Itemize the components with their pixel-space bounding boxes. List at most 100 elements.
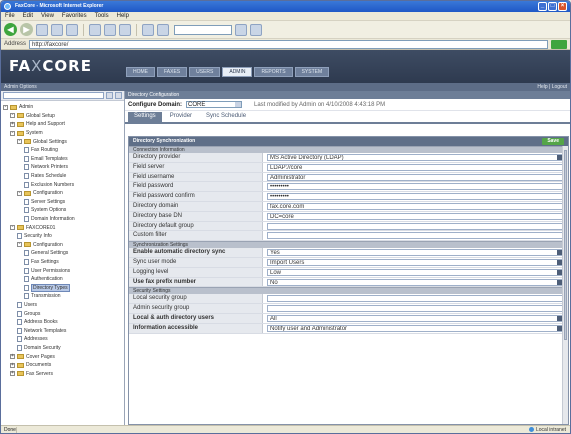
setting-input[interactable]: [267, 222, 564, 230]
tree-item[interactable]: - Global Setup: [1, 112, 124, 121]
messenger-icon[interactable]: [250, 23, 262, 36]
toolbar-search-field[interactable]: [174, 24, 232, 35]
setting-select[interactable]: No: [267, 278, 564, 286]
tree-item[interactable]: Users: [1, 301, 124, 310]
edit-icon[interactable]: [235, 23, 247, 36]
sidebar-domain-select[interactable]: [3, 92, 104, 99]
setting-input[interactable]: LDAP://core: [267, 163, 564, 171]
scrollbar-thumb[interactable]: [564, 150, 567, 340]
expand-icon[interactable]: +: [10, 354, 15, 360]
close-button[interactable]: ×: [558, 2, 567, 11]
stop-icon[interactable]: [36, 23, 48, 36]
help-logout-links[interactable]: Help | Logout: [537, 83, 567, 91]
tree-item[interactable]: Server Settings: [1, 198, 124, 207]
sub-tab-settings[interactable]: Settings: [128, 112, 162, 122]
tree-item[interactable]: Network Printers: [1, 163, 124, 172]
tree-item[interactable]: Authentication: [1, 275, 124, 284]
tree-item[interactable]: Address Books: [1, 318, 124, 327]
collapse-icon[interactable]: -: [10, 113, 15, 119]
minimize-button[interactable]: _: [538, 2, 547, 11]
save-button[interactable]: Save: [542, 138, 564, 145]
address-input[interactable]: http://faxcore/: [29, 39, 548, 49]
setting-select[interactable]: All: [267, 314, 564, 322]
setting-input[interactable]: fax.core.com: [267, 202, 564, 210]
setting-input[interactable]: [267, 295, 564, 303]
tree-item[interactable]: Email Templates: [1, 155, 124, 164]
tree-item[interactable]: Addresses: [1, 335, 124, 344]
setting-input[interactable]: [267, 305, 564, 313]
tab-faxes[interactable]: FAXES: [157, 67, 188, 77]
setting-select[interactable]: Notify user and Administrator: [267, 324, 564, 332]
collapse-icon[interactable]: -: [17, 242, 22, 248]
tree-item[interactable]: + Fax Servers: [1, 369, 124, 378]
setting-input[interactable]: •••••••••: [267, 183, 564, 191]
menu-file[interactable]: File: [5, 12, 15, 20]
tree-item[interactable]: User Permissions: [1, 266, 124, 275]
tree-item[interactable]: Transmission: [1, 292, 124, 301]
tree-item[interactable]: Fax Settings: [1, 258, 124, 267]
setting-input[interactable]: •••••••••: [267, 193, 564, 201]
history-icon[interactable]: [119, 23, 131, 36]
sub-tab-sync-schedule[interactable]: Sync Schedule: [200, 112, 252, 122]
tree-item[interactable]: Security Info: [1, 232, 124, 241]
tree-item[interactable]: + Help and Support: [1, 120, 124, 129]
setting-select[interactable]: Import Users: [267, 258, 564, 266]
tree-item[interactable]: - Admin: [1, 103, 124, 112]
tree-item[interactable]: Network Templates: [1, 326, 124, 335]
setting-input[interactable]: [267, 232, 564, 240]
tree-item[interactable]: + Documents: [1, 361, 124, 370]
collapse-icon[interactable]: -: [10, 130, 15, 136]
sub-tab-provider[interactable]: Provider: [164, 112, 198, 122]
tree-item[interactable]: System Options: [1, 206, 124, 215]
go-button[interactable]: [551, 39, 567, 49]
expand-icon[interactable]: +: [10, 362, 15, 368]
tree-item[interactable]: Domain Security: [1, 344, 124, 353]
back-icon[interactable]: ◀: [4, 23, 17, 36]
tree-item[interactable]: - Global Settings: [1, 137, 124, 146]
favorites-icon[interactable]: [104, 23, 116, 36]
tree-item[interactable]: Groups: [1, 309, 124, 318]
tree-item[interactable]: Exclusion Numbers: [1, 180, 124, 189]
collapse-icon[interactable]: -: [10, 225, 15, 231]
setting-input[interactable]: DC=core: [267, 212, 564, 220]
tab-admin[interactable]: ADMIN: [222, 67, 253, 77]
tab-users[interactable]: USERS: [189, 67, 221, 77]
tree-item[interactable]: - FAXCORE01: [1, 223, 124, 232]
setting-input[interactable]: Administrator: [267, 173, 564, 181]
setting-select[interactable]: Yes: [267, 249, 564, 257]
setting-select[interactable]: Low: [267, 268, 564, 276]
collapse-icon[interactable]: -: [17, 190, 22, 196]
configure-domain-select[interactable]: CORE: [186, 101, 242, 108]
sidebar-collapse-icon[interactable]: [115, 92, 122, 99]
tree-item[interactable]: + Cover Pages: [1, 352, 124, 361]
tree-item[interactable]: Directory Types: [1, 283, 124, 292]
tab-reports[interactable]: REPORTS: [254, 67, 293, 77]
menu-edit[interactable]: Edit: [23, 12, 33, 20]
collapse-icon[interactable]: -: [3, 104, 8, 110]
menu-help[interactable]: Help: [117, 12, 129, 20]
setting-select[interactable]: MS Active Directory (LDAP): [267, 154, 564, 161]
refresh-icon[interactable]: [51, 23, 63, 36]
sidebar-refresh-icon[interactable]: [106, 92, 113, 99]
forward-icon[interactable]: ▶: [20, 23, 33, 36]
menu-favorites[interactable]: Favorites: [62, 12, 87, 20]
expand-icon[interactable]: +: [10, 371, 15, 377]
collapse-icon[interactable]: -: [17, 139, 22, 145]
maximize-button[interactable]: □: [548, 2, 557, 11]
tree-item[interactable]: - Configuration: [1, 189, 124, 198]
mail-icon[interactable]: [142, 23, 154, 36]
tree-item[interactable]: Fax Routing: [1, 146, 124, 155]
menu-view[interactable]: View: [41, 12, 54, 20]
tree-item[interactable]: Rates Schedule: [1, 172, 124, 181]
tree-item[interactable]: Domain Information: [1, 215, 124, 224]
search-icon[interactable]: [89, 23, 101, 36]
panel-scrollbar[interactable]: [562, 146, 568, 424]
home-icon[interactable]: [66, 23, 78, 36]
tab-home[interactable]: HOME: [126, 67, 155, 77]
tab-system[interactable]: SYSTEM: [294, 67, 330, 77]
tree-item[interactable]: - Configuration: [1, 241, 124, 250]
tree-item[interactable]: General Settings: [1, 249, 124, 258]
tree-item[interactable]: - System: [1, 129, 124, 138]
print-icon[interactable]: [157, 23, 169, 36]
expand-icon[interactable]: +: [10, 121, 15, 127]
